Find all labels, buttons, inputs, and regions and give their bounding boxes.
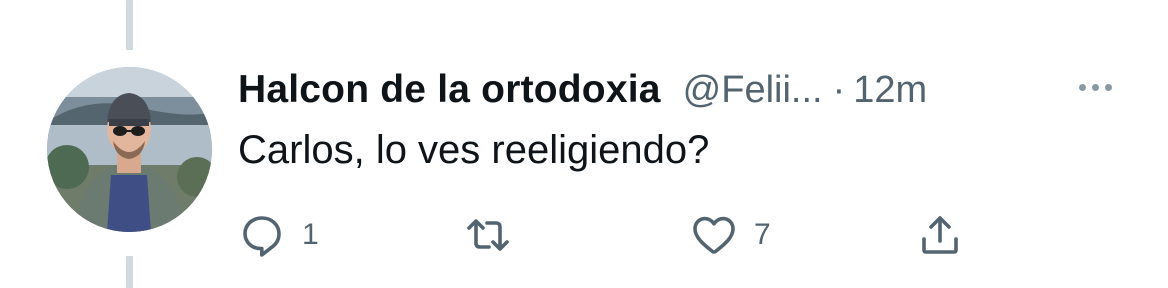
- avatar[interactable]: [47, 67, 212, 232]
- share-icon: [922, 216, 958, 254]
- like-count: 7: [754, 218, 771, 251]
- retweet-button[interactable]: [464, 205, 528, 265]
- reply-button[interactable]: 1: [238, 205, 319, 265]
- like-button[interactable]: 7: [690, 205, 771, 265]
- timestamp[interactable]: 12m: [853, 69, 927, 112]
- display-name[interactable]: Halcon de la ortodoxia: [238, 68, 661, 112]
- thread-line-bottom: [126, 256, 133, 288]
- tweet-text: Carlos, lo ves reeligiendo?: [238, 128, 710, 172]
- tweet-actions: 1 7: [238, 205, 978, 265]
- reply-count: 1: [302, 218, 319, 251]
- tweet-header: Halcon de la ortodoxia @Felii... · 12m: [238, 62, 1128, 118]
- reply-icon: [243, 216, 281, 257]
- share-button[interactable]: [916, 205, 964, 265]
- more-options-icon[interactable]: [1079, 84, 1112, 91]
- retweet-icon: [467, 219, 509, 251]
- user-handle[interactable]: @Felii...: [683, 69, 823, 112]
- separator-dot: ·: [832, 68, 846, 111]
- heart-icon: [693, 216, 735, 254]
- thread-line-top: [126, 0, 133, 50]
